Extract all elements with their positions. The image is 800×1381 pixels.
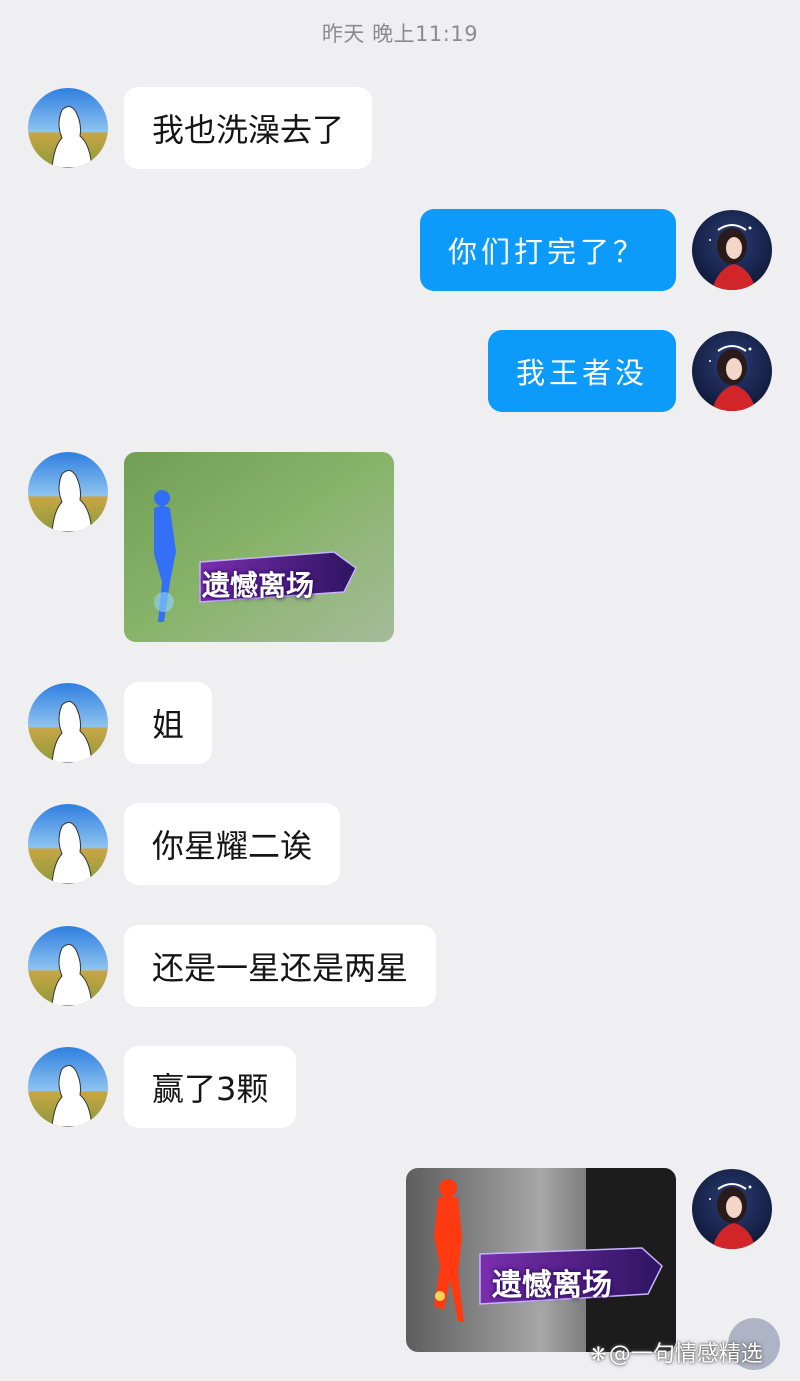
message-text: 我也洗澡去了 (152, 111, 345, 149)
message-bubble-incoming[interactable]: 赢了3颗 (124, 1046, 297, 1128)
watermark-text: @一句情感精选 (608, 1342, 763, 1367)
contact-avatar-image (28, 452, 108, 532)
message-bubble-outgoing[interactable]: 你们打完了？ (420, 209, 676, 291)
paw-icon: ❋ (590, 1342, 607, 1366)
message-text: 你们打完了？ (448, 235, 647, 269)
contact-avatar[interactable] (28, 926, 108, 1006)
contact-avatar-image (28, 804, 108, 884)
message-text: 还是一星还是两星 (152, 949, 409, 987)
my-avatar[interactable] (692, 210, 772, 290)
contact-avatar[interactable] (28, 804, 108, 884)
message-text: 你星耀二诶 (152, 827, 313, 865)
my-avatar-image (692, 331, 772, 411)
contact-avatar-image (28, 88, 108, 168)
message-bubble-incoming[interactable]: 我也洗澡去了 (124, 87, 373, 169)
timestamp: 昨天 晚上11:19 (321, 22, 479, 46)
message-text: 赢了3颗 (152, 1070, 269, 1108)
sticker-image (124, 452, 394, 642)
my-avatar[interactable] (692, 1169, 772, 1249)
contact-avatar[interactable] (28, 88, 108, 168)
message-text: 姐 (152, 706, 185, 744)
message-bubble-incoming[interactable]: 你星耀二诶 (124, 803, 341, 885)
message-bubble-incoming[interactable]: 姐 (124, 682, 213, 764)
message-text: 我王者没 (516, 356, 649, 390)
contact-avatar-image (28, 683, 108, 763)
sticker-caption: 遗憾离场 (202, 569, 315, 602)
contact-avatar[interactable] (28, 1047, 108, 1127)
contact-avatar-image (28, 926, 108, 1006)
sticker-caption: 遗憾离场 (492, 1268, 612, 1303)
message-bubble-incoming[interactable]: 还是一星还是两星 (124, 925, 437, 1007)
sticker-message[interactable]: 遗憾离场 (124, 452, 394, 642)
contact-avatar[interactable] (28, 683, 108, 763)
watermark: ❋@一句情感精选 (590, 1336, 763, 1368)
my-avatar-image (692, 210, 772, 290)
message-bubble-outgoing[interactable]: 我王者没 (488, 330, 676, 412)
contact-avatar-image (28, 1047, 108, 1127)
my-avatar-image (692, 1169, 772, 1249)
contact-avatar[interactable] (28, 452, 108, 532)
my-avatar[interactable] (692, 331, 772, 411)
sticker-message[interactable]: 遗憾离场 (406, 1168, 676, 1352)
